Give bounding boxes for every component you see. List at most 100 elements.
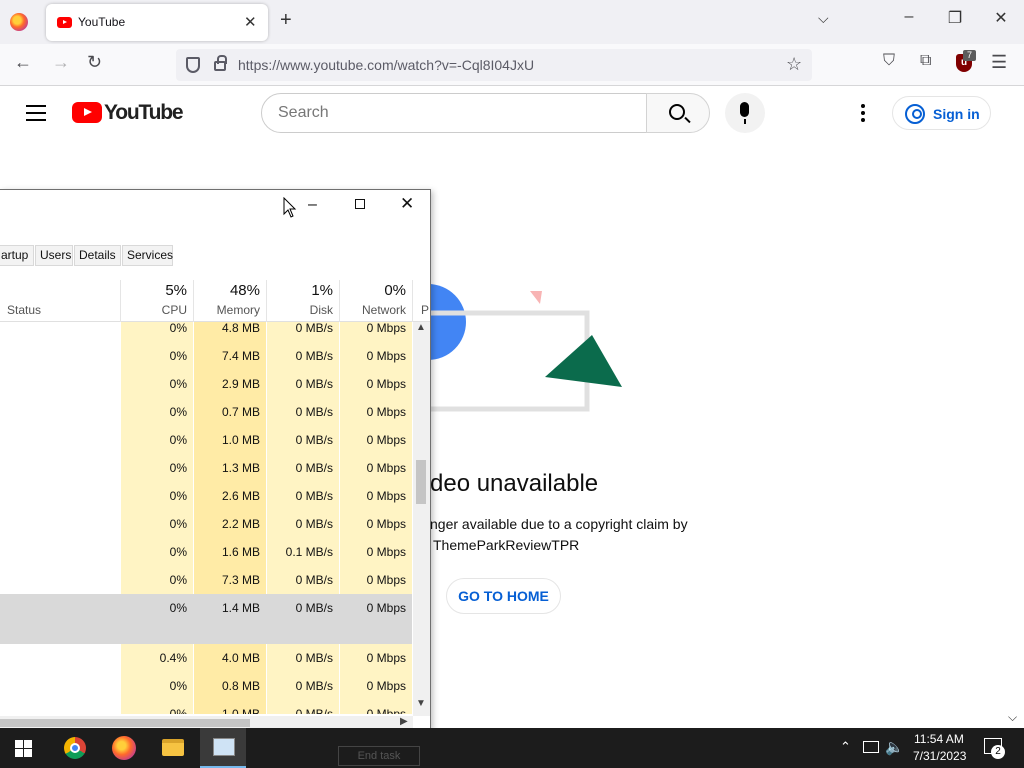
search-button[interactable] [646,93,710,133]
volume-icon[interactable]: 🔈 [885,738,904,756]
tab-startup[interactable]: artup [0,245,34,266]
task-manager-maximize-button[interactable] [355,199,365,209]
cpu-column-header[interactable]: CPU [121,303,187,317]
process-row[interactable]: 0% 1.3 MB 0 MB/s 0 Mbps [0,454,412,482]
scroll-down-icon[interactable]: ▼ [416,698,426,709]
voice-search-button[interactable] [725,93,765,133]
process-row[interactable]: 0% 7.3 MB 0 MB/s 0 Mbps [0,566,412,594]
tab-close-icon[interactable]: ✕ [244,13,257,31]
memory-total[interactable]: 48% [194,282,260,299]
lock-icon[interactable] [214,55,227,71]
list-all-tabs-icon[interactable]: ⌵ [818,10,829,27]
disk-column-header[interactable]: Disk [267,303,333,317]
process-row[interactable]: 0% 1.4 MB 0 MB/s 0 Mbps [0,594,412,622]
ublock-count-badge: 7 [963,50,976,61]
forward-arrow-icon[interactable]: → [52,52,70,73]
bookmark-star-icon[interactable]: ☆ [786,54,802,75]
end-task-button[interactable]: End task [338,746,420,766]
task-manager-taskbar-icon[interactable] [200,728,246,768]
claimant-name: ThemeParkReviewTPR [433,537,580,553]
process-row[interactable]: 0% 7.4 MB 0 MB/s 0 Mbps [0,342,412,370]
process-row[interactable]: 0% 2.9 MB 0 MB/s 0 Mbps [0,370,412,398]
tab-users[interactable]: Users [35,245,73,266]
net-cell: 0 Mbps [340,510,412,538]
search-input[interactable] [263,95,623,131]
mem-cell: 2.2 MB [194,510,266,538]
firefox-icon[interactable] [10,13,28,31]
process-row[interactable]: 0% 4.8 MB 0 MB/s 0 Mbps [0,322,412,342]
memory-column-header[interactable]: Memory [194,303,260,317]
cpu-cell: 0% [121,322,193,342]
vertical-scroll-thumb[interactable] [416,460,426,504]
restore-button[interactable]: ❐ [940,8,970,28]
address-bar[interactable]: https://www.youtube.com/watch?v=-Cql8I04… [176,49,812,81]
network-total[interactable]: 0% [340,282,406,299]
mem-cell: 1.0 MB [194,426,266,454]
process-row[interactable]: 0% 1.6 MB 0.1 MB/s 0 Mbps [0,538,412,566]
clock-date[interactable]: 7/31/2023 [913,749,966,763]
windows-taskbar: End task ⌃ 🔈 11:54 AM 7/31/2023 2 [0,728,1024,768]
youtube-logo-icon[interactable] [72,102,102,123]
disk-cell: 0 MB/s [267,322,339,342]
show-hidden-icons-chevron-icon[interactable]: ⌃ [840,739,851,755]
power-column-header[interactable]: P [421,303,430,317]
minimize-button[interactable]: – [894,8,924,26]
cpu-cell: 0% [121,672,193,700]
scroll-up-icon[interactable]: ▲ [416,322,426,333]
tab-youtube[interactable]: YouTube ✕ [46,4,268,41]
youtube-logo-text[interactable]: YouTube [104,101,184,125]
clock-time[interactable]: 11:54 AM [914,732,964,746]
cpu-total[interactable]: 5% [121,282,187,299]
net-cell: 0 Mbps [340,538,412,566]
net-cell [340,622,412,644]
scroll-right-icon[interactable]: ▶ [400,716,408,727]
browser-navigation-bar: ← → ↻ https://www.youtube.com/watch?v=-C… [0,44,1024,86]
net-cell: 0 Mbps [340,398,412,426]
task-manager-minimize-button[interactable]: – [308,196,317,214]
back-arrow-icon[interactable]: ← [14,52,32,73]
net-cell: 0 Mbps [340,426,412,454]
close-window-button[interactable]: ✕ [986,8,1016,28]
net-cell: 0 Mbps [340,644,412,672]
file-explorer-icon[interactable] [162,739,184,756]
app-menu-icon[interactable]: ☰ [991,52,1007,73]
tab-title: YouTube [78,15,126,29]
tab-services[interactable]: Services [122,245,173,266]
sign-in-button[interactable]: Sign in [892,96,991,130]
windows-start-icon[interactable] [15,740,32,757]
hamburger-menu-icon[interactable] [26,105,46,121]
process-row[interactable]: 0% 1.0 MB 0 MB/s 0 Mbps [0,426,412,454]
process-row[interactable]: 0% 0.7 MB 0 MB/s 0 Mbps [0,398,412,426]
search-box[interactable] [261,93,647,133]
process-row[interactable]: 0% 2.6 MB 0 MB/s 0 Mbps [0,482,412,510]
green-triangle-shape [545,335,622,387]
unavailable-message: nger available due to a copyright claim … [430,516,688,532]
page-scroll-down-icon[interactable]: ⌵ [1008,710,1017,725]
tracking-protection-shield-icon[interactable] [186,57,200,73]
pink-shape [530,291,542,304]
go-to-home-button[interactable]: GO TO HOME [446,578,561,614]
reload-icon[interactable]: ↻ [87,52,102,73]
more-options-icon[interactable] [861,104,865,125]
process-row[interactable]: 0% 2.2 MB 0 MB/s 0 Mbps [0,510,412,538]
horizontal-scroll-thumb[interactable] [0,719,250,727]
chrome-icon[interactable] [64,737,86,759]
cpu-cell: 0% [121,426,193,454]
process-row[interactable] [0,622,412,644]
extensions-puzzle-icon[interactable]: ⧉ [920,52,931,70]
firefox-taskbar-icon[interactable] [112,736,136,760]
network-column-header[interactable]: Network [340,303,406,317]
vertical-scrollbar[interactable]: ▲ ▼ [413,322,430,716]
task-manager-close-button[interactable]: ✕ [400,194,414,214]
process-row[interactable]: 0% 0.8 MB 0 MB/s 0 Mbps [0,672,412,700]
process-row[interactable]: 0% 1.0 MB 0 MB/s 0 Mbps [0,700,412,714]
process-row[interactable]: 0.4% 4.0 MB 0 MB/s 0 Mbps [0,644,412,672]
tab-details[interactable]: Details [74,245,121,266]
disk-total[interactable]: 1% [267,282,333,299]
status-column-header[interactable]: Status [7,303,41,317]
network-icon[interactable] [863,741,879,753]
new-tab-button[interactable]: + [280,9,292,32]
net-cell: 0 Mbps [340,700,412,714]
pocket-icon[interactable]: ⛉ [883,52,895,70]
url-text[interactable]: https://www.youtube.com/watch?v=-Cql8I04… [238,57,534,73]
